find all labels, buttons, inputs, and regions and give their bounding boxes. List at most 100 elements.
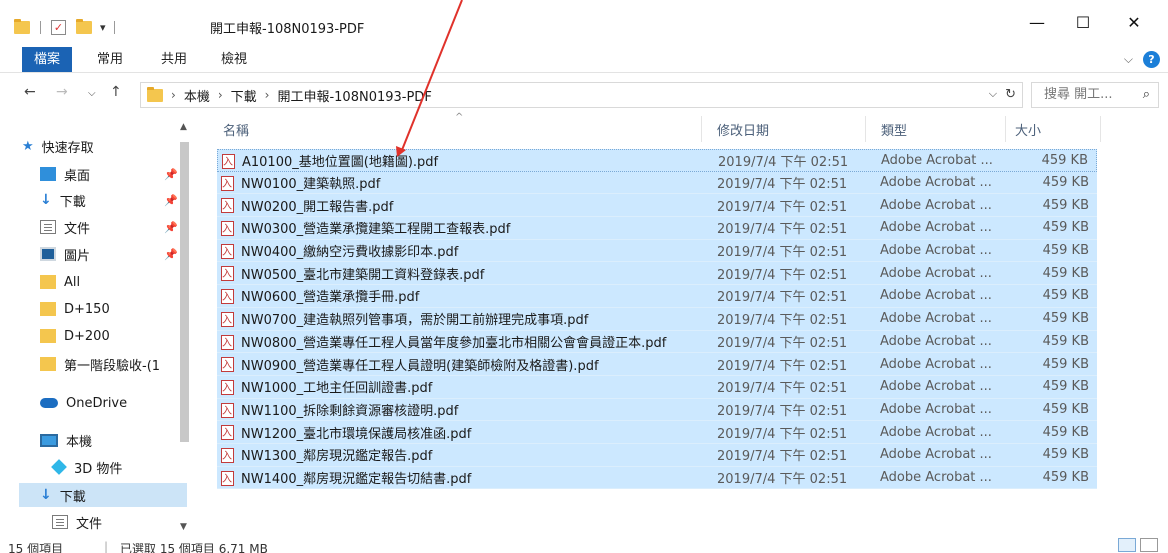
nav-item-folder-d200[interactable]: D+200 [40, 324, 110, 348]
file-row[interactable]: NW0800_營造業專任工程人員當年度參加臺北市相關公會會員證正本.pdf 201… [217, 330, 1097, 354]
computer-icon [40, 433, 58, 447]
search-icon[interactable]: ⌕ [1143, 83, 1150, 107]
nav-item-downloads[interactable]: ↓ 下載 [40, 188, 86, 212]
ribbon-tabs: 檔案 常用 共用 檢視 ⌵ ? [0, 47, 1168, 73]
pdf-file-icon [221, 447, 234, 463]
file-date: 2019/7/4 下午 02:51 [717, 449, 848, 465]
nav-item-pc-downloads[interactable]: ↓ 下載 [19, 483, 187, 507]
tab-view[interactable]: 檢視 [212, 47, 256, 72]
title-bar: ✓ ▾ 開工申報-108N0193-PDF — ☐ ✕ [0, 0, 1168, 46]
file-row[interactable]: A10100_基地位置圖(地籍圖).pdf 2019/7/4 下午 02:51 Ad… [217, 149, 1097, 172]
file-size: 459 KB [1041, 152, 1088, 168]
nav-item-3d-objects[interactable]: 3D 物件 [51, 455, 122, 479]
breadcrumb-this-pc[interactable]: 本機 [184, 86, 210, 105]
nav-label: All [64, 274, 81, 290]
forward-arrow-icon[interactable]: → [56, 84, 68, 100]
search-placeholder: 搜尋 開工... [1044, 87, 1113, 102]
pdf-file-icon [221, 197, 234, 214]
scrollbar-thumb[interactable] [180, 142, 189, 442]
file-row[interactable]: NW1300_鄰房現況鑑定報告.pdf 2019/7/4 下午 02:51 Adob… [217, 443, 1097, 467]
nav-label: 桌面 [64, 168, 91, 184]
column-divider[interactable] [701, 116, 702, 142]
file-row[interactable]: NW1400_鄰房現況鑑定報告切結書.pdf 2019/7/4 下午 02:51 A… [217, 466, 1097, 490]
column-header-date[interactable]: 修改日期 [717, 120, 769, 139]
nav-label: 本機 [66, 434, 93, 450]
column-header-size[interactable]: 大小 [1015, 120, 1041, 139]
navigation-pane-scrollbar[interactable]: ▲ ▼ [176, 118, 193, 536]
breadcrumb-current-folder[interactable]: 開工申報-108N0193-PDF [277, 86, 431, 105]
scroll-down-icon[interactable]: ▼ [180, 522, 187, 532]
address-bar[interactable]: › 本機 › 下載 › 開工申報-108N0193-PDF ⌵ ↻ [140, 82, 1023, 108]
file-list: 名稱 ^ 修改日期 類型 大小 A10100_基地位置圖(地籍圖).pdf 201… [195, 112, 1160, 536]
file-size: 459 KB [1042, 447, 1089, 463]
search-input[interactable]: 搜尋 開工... ⌕ [1031, 82, 1159, 108]
file-row[interactable]: NW1000_工地主任回訓證書.pdf 2019/7/4 下午 02:51 Adob… [217, 375, 1097, 399]
file-row[interactable]: NW1100_拆除剩餘資源審核證明.pdf 2019/7/4 下午 02:51 Ad… [217, 398, 1097, 422]
nav-label: D+200 [64, 328, 110, 344]
file-type: Adobe Acrobat ... [880, 469, 992, 485]
properties-icon[interactable]: ✓ [51, 19, 66, 35]
nav-item-pictures[interactable]: 圖片 [40, 242, 90, 266]
back-arrow-icon[interactable]: ← [24, 84, 36, 100]
file-row[interactable]: NW0300_營造業承攬建築工程開工查報表.pdf 2019/7/4 下午 02:… [217, 217, 1097, 240]
nav-item-onedrive[interactable]: OneDrive [40, 391, 127, 415]
pdf-file-icon [221, 470, 234, 486]
file-name: NW1100_拆除剩餘資源審核證明.pdf [241, 403, 459, 419]
file-row[interactable]: NW0200_開工報告書.pdf 2019/7/4 下午 02:51 Adobe A… [217, 194, 1097, 218]
column-header-name[interactable]: 名稱 [223, 120, 249, 139]
column-divider[interactable] [865, 116, 866, 142]
file-row[interactable]: NW0500_臺北市建築開工資料登錄表.pdf 2019/7/4 下午 02:51… [217, 262, 1097, 286]
folder-icon [40, 329, 56, 343]
column-divider[interactable] [1100, 116, 1101, 142]
recent-locations-icon[interactable]: ⌵ [88, 88, 96, 99]
address-dropdown-icon[interactable]: ⌵ [989, 87, 997, 102]
file-date: 2019/7/4 下午 02:51 [717, 222, 848, 238]
up-arrow-icon[interactable]: ↑ [110, 84, 122, 100]
document-icon [40, 220, 56, 234]
tab-file[interactable]: 檔案 [22, 47, 72, 72]
maximize-button[interactable]: ☐ [1060, 8, 1106, 38]
file-type: Adobe Acrobat ... [880, 379, 992, 395]
minimize-button[interactable]: — [1014, 8, 1060, 38]
tab-share[interactable]: 共用 [152, 47, 196, 72]
refresh-icon[interactable]: ↻ [1005, 87, 1016, 102]
file-row[interactable]: NW0100_建築執照.pdf 2019/7/4 下午 02:51 Adobe Ac… [217, 171, 1097, 195]
new-folder-icon[interactable] [76, 18, 92, 34]
nav-item-pc-documents[interactable]: 文件 [52, 510, 102, 534]
file-rows: A10100_基地位置圖(地籍圖).pdf 2019/7/4 下午 02:51 Ad… [217, 149, 1097, 490]
nav-item-desktop[interactable]: 桌面 [40, 162, 90, 186]
column-divider[interactable] [1005, 116, 1006, 142]
nav-item-folder-d150[interactable]: D+150 [40, 297, 110, 321]
nav-item-folder-all[interactable]: All [40, 270, 80, 294]
customize-toolbar-icon[interactable]: ▾ [100, 21, 106, 34]
status-separator: | [104, 540, 109, 553]
scroll-up-icon[interactable]: ▲ [180, 122, 187, 132]
file-date: 2019/7/4 下午 02:51 [717, 403, 848, 419]
pdf-file-icon [221, 175, 234, 191]
column-header-type[interactable]: 類型 [881, 120, 907, 139]
quick-access-item[interactable]: ★ 快速存取 [22, 134, 94, 158]
download-icon: ↓ [40, 487, 52, 503]
help-icon[interactable]: ? [1143, 51, 1160, 68]
file-size: 459 KB [1042, 311, 1089, 327]
file-row[interactable]: NW0900_營造業專任工程人員證明(建築師檢附及格證書).pdf 2019/7/… [217, 353, 1097, 376]
nav-item-folder-acceptance[interactable]: 第一階段驗收-(1 [40, 352, 160, 376]
file-size: 459 KB [1042, 265, 1089, 281]
file-row[interactable]: NW0600_營造業承攬手冊.pdf 2019/7/4 下午 02:51 Adobe… [217, 285, 1097, 308]
file-row[interactable]: NW0700_建造執照列管事項，需於開工前辦理完成事項.pdf 2019/7/4 … [217, 307, 1097, 331]
file-row[interactable]: NW0400_繳納空污費收據影印本.pdf 2019/7/4 下午 02:51 Ad… [217, 239, 1097, 263]
nav-item-this-pc[interactable]: 本機 [40, 428, 92, 452]
star-icon: ★ [22, 138, 34, 154]
file-row[interactable]: NW1200_臺北市環境保護局核准函.pdf 2019/7/4 下午 02:51 A… [217, 421, 1097, 444]
expand-ribbon-icon[interactable]: ⌵ [1124, 52, 1133, 67]
desktop-icon [40, 167, 56, 181]
breadcrumb-downloads[interactable]: 下載 [231, 86, 257, 105]
file-size: 459 KB [1042, 197, 1089, 213]
nav-item-documents[interactable]: 文件 [40, 215, 90, 239]
nav-label: D+150 [64, 301, 110, 317]
ribbon-help-area: ⌵ ? [1124, 51, 1160, 68]
tab-home[interactable]: 常用 [88, 47, 132, 72]
details-view-icon[interactable] [1118, 538, 1136, 552]
large-icons-view-icon[interactable] [1140, 538, 1158, 552]
close-button[interactable]: ✕ [1111, 8, 1157, 38]
